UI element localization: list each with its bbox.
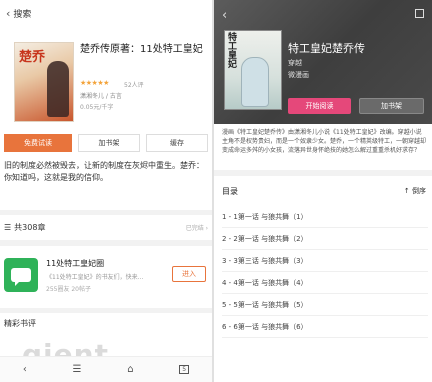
chat-bubble-icon [4, 258, 38, 292]
cover-figure [241, 57, 269, 107]
divider [0, 308, 212, 313]
circle-stats: 255圈友 20帖子 [46, 286, 91, 293]
book-price: 0.05元/千字 [80, 104, 114, 111]
home-icon[interactable]: ⌂ [127, 364, 133, 375]
right-screen: ‹ 特工皇妃 特工皇妃楚乔传 穿越 微漫画 开始阅读 加书架 漫画《特工皇妃楚乔… [214, 0, 432, 382]
book-description: 旧的制度必然被毁去，让新的制度在灰烬中重生。楚乔：你知道吗，这就是我的信仰。 [4, 161, 204, 183]
action-buttons: 免费试读 加书架 缓存 [4, 134, 208, 152]
fan-circle-card[interactable]: 11处特工皇妃圈 《11处特工皇妃》的书友们，快来... 255圈友 20帖子 … [4, 252, 208, 300]
completion-status: 已完结 › [185, 224, 208, 232]
toc-title: 目录 [222, 186, 238, 196]
tabs-count-icon[interactable]: 5 [179, 365, 190, 374]
list-icon: ☰ [4, 222, 12, 232]
chapter-item[interactable]: 3 - 3第三话 与狼共舞（3） [222, 250, 428, 272]
chapter-item[interactable]: 1 - 1第一话 与狼共舞（1） [222, 206, 428, 228]
hero-actions: 开始阅读 加书架 [288, 98, 424, 114]
divider [0, 240, 212, 246]
divider [0, 210, 212, 215]
chapter-list: 1 - 1第一话 与狼共舞（1） 2 - 2第一话 与狼共舞（2） 3 - 3第… [222, 206, 428, 338]
free-trial-button[interactable]: 免费试读 [4, 134, 72, 152]
reviews-heading: 精彩书评 [4, 319, 36, 328]
circle-description: 《11处特工皇妃》的书友们，快来... [46, 274, 144, 281]
circle-name: 11处特工皇妃圈 [46, 259, 105, 268]
left-screen: ‹ 搜索 楚乔 楚乔传原著：11处特工皇妃 ★★★★★ 52人评 潇湘冬儿 / … [0, 0, 212, 382]
chapter-item[interactable]: 4 - 4第一话 与狼共舞（4） [222, 272, 428, 294]
comic-genre: 穿越 [288, 59, 302, 67]
cache-button[interactable]: 缓存 [146, 134, 208, 152]
divider [214, 170, 432, 176]
comic-title: 特工皇妃楚乔传 [288, 42, 365, 55]
rating-count: 52人评 [124, 82, 144, 89]
book-title: 楚乔传原著：11处特工皇妃 [80, 44, 203, 55]
chevron-left-icon[interactable]: ‹ [222, 8, 227, 23]
chapter-item[interactable]: 5 - 5第一话 与狼共舞（5） [222, 294, 428, 316]
book-cover[interactable]: 楚乔 [14, 42, 74, 122]
add-shelf-button[interactable]: 加书架 [78, 134, 140, 152]
cover-figure [47, 61, 69, 117]
cover-title: 特工皇妃 [228, 33, 238, 70]
cover-title: 楚乔 [19, 50, 46, 65]
comic-publisher: 微漫画 [288, 71, 309, 79]
share-icon[interactable] [415, 9, 424, 18]
back-label[interactable]: 搜索 [13, 7, 31, 20]
menu-icon[interactable]: ☰ [73, 364, 82, 375]
enter-circle-button[interactable]: 进入 [172, 266, 206, 282]
back-arrow-icon[interactable]: ‹ [23, 364, 27, 375]
chapter-item[interactable]: 6 - 6第一话 与狼共舞（6） [222, 316, 428, 338]
star-rating: ★★★★★ [80, 79, 109, 87]
sort-order-toggle[interactable]: ↑ 倒序 [404, 186, 426, 196]
chapter-row[interactable]: ☰ 共308章 已完结 › [4, 219, 208, 235]
chevron-left-icon[interactable]: ‹ [6, 7, 10, 20]
chapter-count: 共308章 [14, 222, 46, 232]
comic-description: 漫画《特工皇妃楚乔传》由潇湘冬儿小说《11处特工皇妃》改编。穿越小说主角不是权势… [222, 129, 427, 154]
hero-banner: ‹ 特工皇妃 特工皇妃楚乔传 穿越 微漫画 开始阅读 加书架 [214, 0, 432, 124]
top-bar: ‹ 搜索 [0, 0, 212, 26]
book-author: 潇湘冬儿 / 古言 [80, 93, 122, 100]
add-shelf-button[interactable]: 加书架 [359, 98, 424, 114]
comic-cover[interactable]: 特工皇妃 [224, 30, 282, 110]
bottom-nav: ‹ ☰ ⌂ 5 [0, 356, 212, 382]
start-reading-button[interactable]: 开始阅读 [288, 98, 351, 114]
chapter-item[interactable]: 2 - 2第一话 与狼共舞（2） [222, 228, 428, 250]
toc-header: 目录 ↑ 倒序 [222, 184, 426, 198]
